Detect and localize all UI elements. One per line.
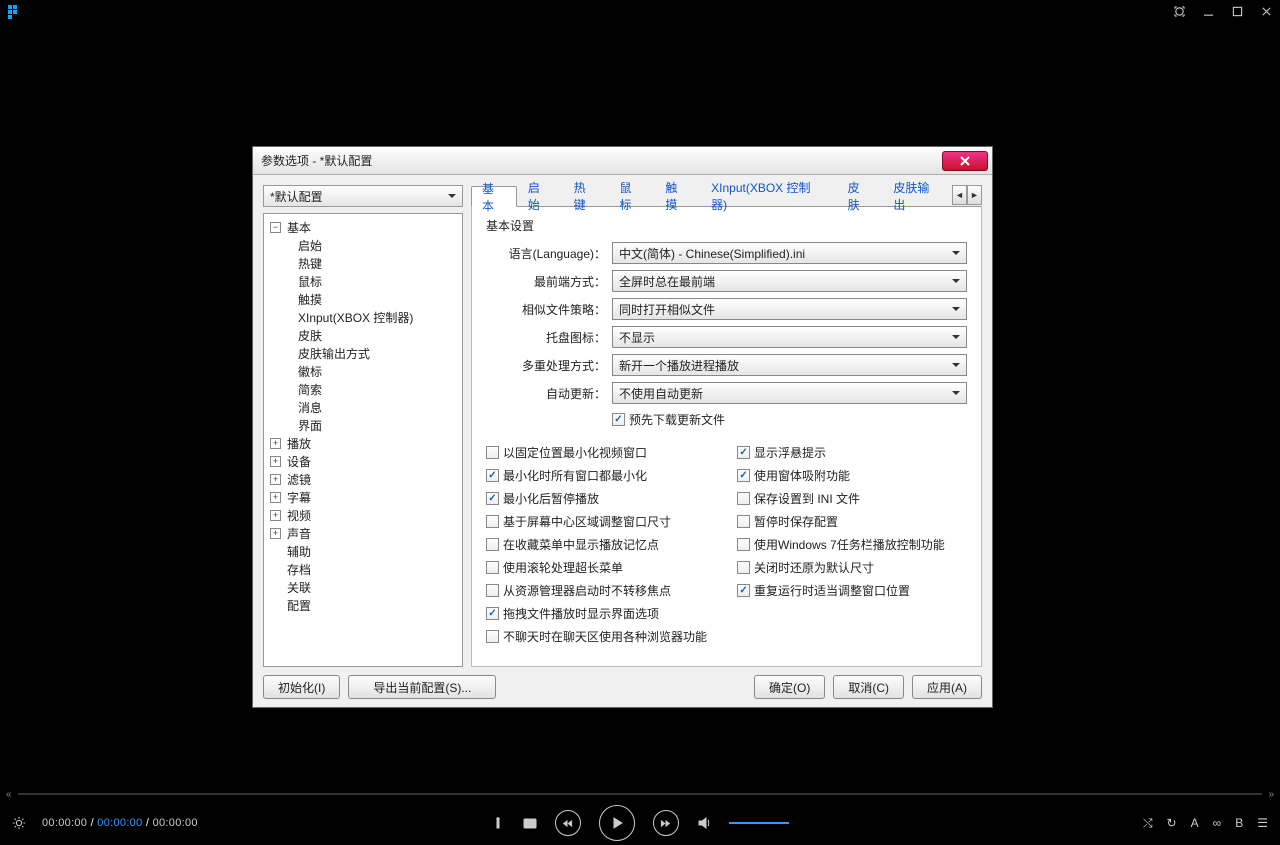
tab-bar: 基本 启始 热键 鼠标 触摸 XInput(XBOX 控制器) 皮肤 皮肤输出 … — [471, 185, 982, 207]
tab-mouse[interactable]: 鼠标 — [608, 185, 654, 206]
option-checkbox[interactable]: 不聊天时在聊天区使用各种浏览器功能 — [486, 627, 707, 646]
tray-select[interactable]: 不显示 — [612, 326, 967, 348]
option-checkbox[interactable]: 在收藏菜单中显示播放记忆点 — [486, 535, 707, 554]
cancel-button[interactable]: 取消(C) — [833, 675, 904, 699]
tree-item[interactable]: 启始 — [266, 236, 460, 254]
tree-item[interactable]: +设备 — [266, 452, 460, 470]
tab-scroll-right[interactable]: ► — [967, 185, 982, 205]
ok-button[interactable]: 确定(O) — [754, 675, 825, 699]
export-config-button[interactable]: 导出当前配置(S)... — [348, 675, 496, 699]
config-select[interactable]: *默认配置 — [263, 185, 463, 207]
tab-xinput[interactable]: XInput(XBOX 控制器) — [700, 185, 836, 206]
init-button[interactable]: 初始化(I) — [263, 675, 340, 699]
option-checkbox[interactable]: 以固定位置最小化视频窗口 — [486, 443, 707, 462]
next-button[interactable] — [653, 810, 679, 836]
seek-track[interactable] — [18, 793, 1263, 795]
tab-skin[interactable]: 皮肤 — [837, 185, 883, 206]
language-select[interactable]: 中文(简体) - Chinese(Simplified).ini — [612, 242, 967, 264]
tree-item[interactable]: 皮肤输出方式 — [266, 344, 460, 362]
seek-right-icon[interactable]: » — [1268, 789, 1274, 800]
tab-basic[interactable]: 基本 — [471, 186, 517, 207]
option-checkbox[interactable]: 拖拽文件播放时显示界面选项 — [486, 604, 707, 623]
repeat-icon[interactable]: ↻ — [1167, 816, 1177, 830]
fullscreen-icon[interactable] — [1174, 6, 1185, 19]
playlist-icon[interactable]: ☰ — [1257, 816, 1268, 830]
tree-item[interactable]: +滤镜 — [266, 470, 460, 488]
section-title: 基本设置 — [486, 217, 967, 234]
seek-left-icon[interactable]: « — [6, 789, 12, 800]
dialog-close-button[interactable] — [942, 151, 988, 171]
capture-icon[interactable] — [523, 816, 537, 830]
volume-slider[interactable] — [729, 822, 789, 824]
settings-icon[interactable] — [12, 816, 26, 830]
tree-item[interactable]: 辅助 — [266, 542, 460, 560]
loop-infinity-icon[interactable]: ∞ — [1213, 816, 1222, 830]
time-display: 00:00:00 / 00:00:00 / 00:00:00 — [42, 817, 198, 829]
option-checkbox[interactable]: 保存设置到 INI 文件 — [737, 489, 945, 508]
dialog-title: 参数选项 - *默认配置 — [261, 152, 372, 169]
tree-item[interactable]: +视频 — [266, 506, 460, 524]
tree-item[interactable]: 热键 — [266, 254, 460, 272]
tree-item[interactable]: 鼠标 — [266, 272, 460, 290]
similar-files-select[interactable]: 同时打开相似文件 — [612, 298, 967, 320]
option-checkbox[interactable]: 暂停时保存配置 — [737, 512, 945, 531]
tree-item[interactable]: +字幕 — [266, 488, 460, 506]
info-icon[interactable] — [491, 816, 505, 830]
play-button[interactable] — [599, 805, 635, 841]
prev-button[interactable] — [555, 810, 581, 836]
tree-item[interactable]: +播放 — [266, 434, 460, 452]
tab-start[interactable]: 启始 — [517, 185, 563, 206]
topmost-select[interactable]: 全屏时总在最前端 — [612, 270, 967, 292]
tab-touch[interactable]: 触摸 — [654, 185, 700, 206]
option-checkbox[interactable]: 使用Windows 7任务栏播放控制功能 — [737, 535, 945, 554]
option-checkbox[interactable]: 重复运行时适当调整窗口位置 — [737, 581, 945, 600]
option-checkbox[interactable]: 基于屏幕中心区域调整窗口尺寸 — [486, 512, 707, 531]
option-checkbox[interactable]: 最小化时所有窗口都最小化 — [486, 466, 707, 485]
apply-button[interactable]: 应用(A) — [912, 675, 982, 699]
tree-item[interactable]: 简索 — [266, 380, 460, 398]
option-checkbox[interactable]: 使用窗体吸附功能 — [737, 466, 945, 485]
close-button[interactable] — [1261, 6, 1272, 19]
option-checkbox[interactable]: 最小化后暂停播放 — [486, 489, 707, 508]
tree-item[interactable]: 界面 — [266, 416, 460, 434]
volume-icon[interactable] — [697, 816, 711, 830]
app-logo — [8, 5, 22, 19]
tree-item[interactable]: 消息 — [266, 398, 460, 416]
tree-item[interactable]: 皮肤 — [266, 326, 460, 344]
option-checkbox[interactable]: 关闭时还原为默认尺寸 — [737, 558, 945, 577]
option-checkbox[interactable]: 使用滚轮处理超长菜单 — [486, 558, 707, 577]
tree-item-basic[interactable]: 基本 — [285, 219, 313, 236]
minimize-button[interactable] — [1203, 6, 1214, 19]
option-checkbox[interactable]: 显示浮悬提示 — [737, 443, 945, 462]
tab-skinout[interactable]: 皮肤输出 — [882, 185, 952, 206]
tree-item[interactable]: 存档 — [266, 560, 460, 578]
player-controlbar: 00:00:00 / 00:00:00 / 00:00:00 ⤭ ↻ A ∞ B… — [0, 801, 1280, 845]
tree-item[interactable]: 关联 — [266, 578, 460, 596]
tree-item[interactable]: 徽标 — [266, 362, 460, 380]
shuffle-icon[interactable]: ⤭ — [1143, 816, 1153, 831]
ab-b-button[interactable]: B — [1235, 816, 1243, 830]
tree-item[interactable]: XInput(XBOX 控制器) — [266, 308, 460, 326]
option-checkbox[interactable]: 从资源管理器启动时不转移焦点 — [486, 581, 707, 600]
ab-a-button[interactable]: A — [1191, 816, 1199, 830]
tab-scroll-left[interactable]: ◄ — [952, 185, 967, 205]
tree-item[interactable]: 配置 — [266, 596, 460, 614]
multi-instance-select[interactable]: 新开一个播放进程播放 — [612, 354, 967, 376]
maximize-button[interactable] — [1232, 6, 1243, 19]
autoupdate-select[interactable]: 不使用自动更新 — [612, 382, 967, 404]
predownload-checkbox[interactable]: 预先下载更新文件 — [612, 410, 967, 429]
category-tree[interactable]: −基本 启始 热键 鼠标 触摸 XInput(XBOX 控制器) 皮肤 皮肤输出… — [263, 213, 463, 667]
preferences-dialog: 参数选项 - *默认配置 *默认配置 −基本 启始 热键 鼠标 触摸 XInpu… — [252, 146, 993, 708]
tree-item[interactable]: 触摸 — [266, 290, 460, 308]
tab-hotkey[interactable]: 热键 — [563, 185, 609, 206]
tree-item[interactable]: +声音 — [266, 524, 460, 542]
